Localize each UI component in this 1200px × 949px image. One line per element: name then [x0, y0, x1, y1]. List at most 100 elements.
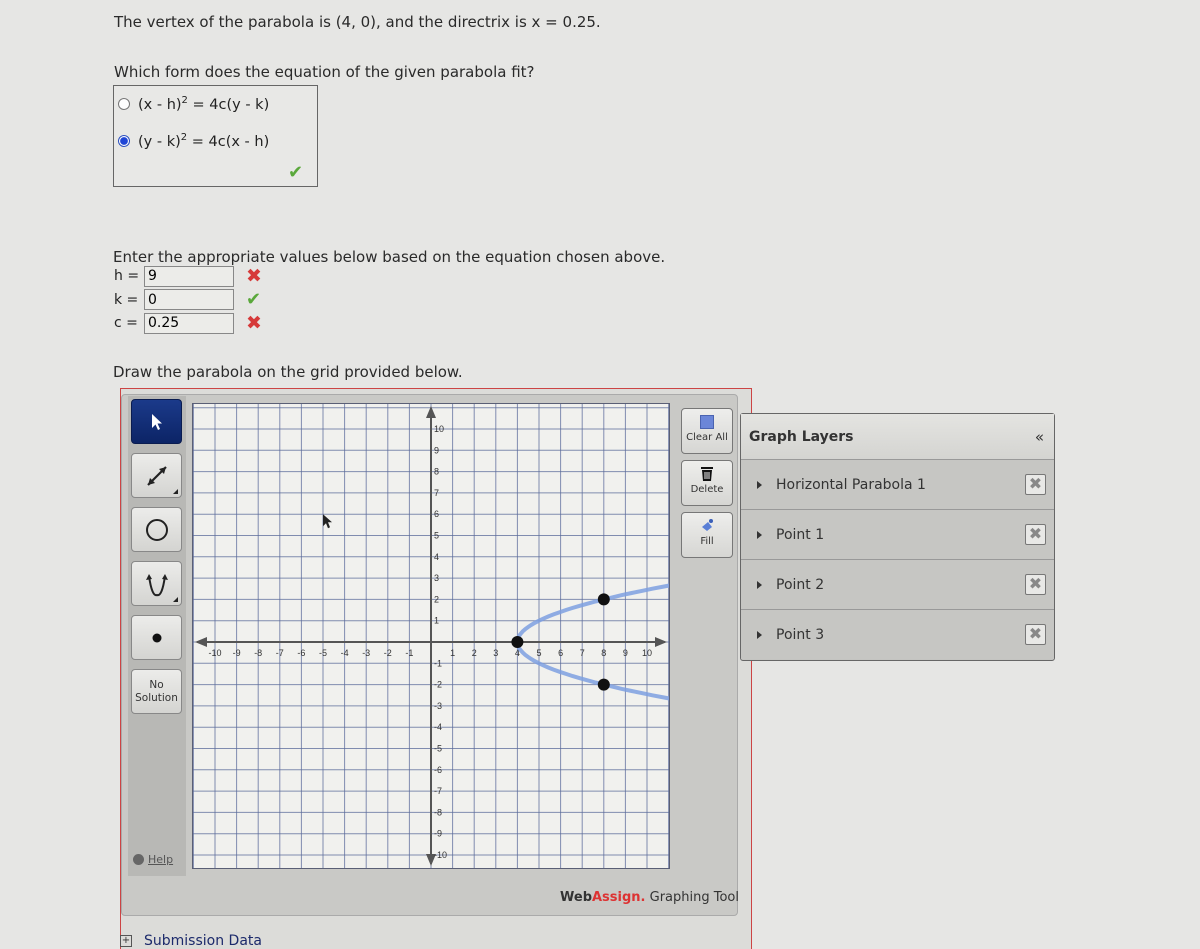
graph-point[interactable]: [597, 593, 610, 606]
help-link[interactable]: Help: [133, 853, 173, 866]
no-solution-label: Solution: [135, 691, 178, 704]
x-tick-label: -8: [254, 648, 262, 658]
clear-all-button[interactable]: Clear All: [681, 408, 733, 454]
layer-item[interactable]: Point 1 ✖: [741, 510, 1054, 560]
y-tick-label: -6: [434, 765, 442, 775]
h-field-row: h = ✖: [114, 265, 262, 287]
y-tick-label: -7: [434, 786, 442, 796]
graph-layers-panel: Graph Layers « Horizontal Parabola 1 ✖ Po…: [740, 413, 1055, 661]
c-label: c =: [114, 315, 138, 331]
x-axis-arrow-left: [195, 637, 207, 647]
x-axis-arrow-right: [655, 637, 667, 647]
delete-layer-icon[interactable]: ✖: [1025, 474, 1046, 495]
point-icon: [152, 633, 161, 642]
y-tick-label: -2: [434, 680, 442, 690]
expand-triangle-icon[interactable]: [757, 530, 762, 539]
submenu-corner-icon: [173, 489, 178, 494]
coordinate-grid[interactable]: -10 -9 -8 -7 -6 -5 -4 -3 -2 -1 1 2 3 4 5 6 7 8 9 1010987654…: [192, 404, 865, 868]
c-field-row: c = ✖: [114, 312, 262, 334]
x-tick-label: -4: [341, 648, 349, 658]
option-label: (y - k)2 = 4c(x - h): [138, 132, 270, 150]
no-solution-button[interactable]: No Solution: [131, 669, 182, 714]
delete-layer-icon[interactable]: ✖: [1025, 574, 1046, 595]
x-tick-label: 2: [472, 648, 477, 658]
pointer-icon: [151, 413, 162, 430]
circle-tool-button[interactable]: [131, 507, 182, 552]
option-vertical-form[interactable]: (x - h)2 = 4c(y - k): [118, 95, 269, 113]
line-tool-button[interactable]: [131, 453, 182, 498]
expand-triangle-icon[interactable]: [757, 630, 762, 639]
y-tick-label: 4: [434, 552, 439, 562]
delete-button[interactable]: Delete: [681, 460, 733, 506]
x-tick-label: -9: [233, 648, 241, 658]
parabola-tool-button[interactable]: [131, 561, 182, 606]
y-tick-label: -1: [434, 658, 442, 668]
parabola-icon: [145, 573, 168, 596]
expand-triangle-icon[interactable]: [757, 480, 762, 489]
layers-header: Graph Layers «: [741, 414, 1054, 460]
layers-title: Graph Layers: [749, 428, 854, 445]
option-horizontal-form[interactable]: (y - k)2 = 4c(x - h): [118, 132, 269, 150]
x-tick-label: -6: [297, 648, 305, 658]
help-icon: [133, 854, 144, 865]
layer-name: Point 2: [776, 576, 825, 593]
x-tick-label: 1: [450, 648, 455, 658]
x-tick-label: 9: [623, 648, 628, 658]
trash-icon: [701, 467, 713, 481]
layer-item[interactable]: Point 3 ✖: [741, 610, 1054, 659]
values-prompt: Enter the appropriate values below based…: [113, 248, 666, 266]
k-label: k =: [114, 291, 139, 308]
y-tick-label: -9: [434, 829, 442, 839]
graph-point[interactable]: [511, 636, 524, 648]
y-tick-label: 2: [434, 594, 439, 604]
vertex-statement: The vertex of the parabola is (4, 0), an…: [114, 13, 601, 31]
submenu-corner-icon: [173, 597, 178, 602]
x-tick-label: 3: [493, 648, 498, 658]
layer-item[interactable]: Point 2 ✖: [741, 560, 1054, 610]
x-tick-label: -3: [362, 648, 370, 658]
option-label: (x - h)2 = 4c(y - k): [138, 95, 270, 113]
correct-check-icon: ✔: [246, 289, 262, 310]
radio-button[interactable]: [118, 97, 130, 110]
graph-point[interactable]: [597, 678, 610, 691]
clear-all-label: Clear All: [686, 432, 728, 443]
collapse-icon[interactable]: «: [1035, 428, 1044, 446]
select-tool-button[interactable]: [131, 399, 182, 444]
incorrect-x-icon: ✖: [246, 265, 262, 287]
k-input[interactable]: [144, 289, 234, 310]
x-tick-label: 10: [642, 648, 652, 658]
radio-button[interactable]: [118, 134, 130, 147]
y-tick-label: 8: [434, 467, 439, 477]
x-tick-label: -10: [208, 648, 221, 658]
x-tick-label: -1: [405, 648, 413, 658]
delete-layer-icon[interactable]: ✖: [1025, 624, 1046, 645]
brand-web: Web: [560, 890, 592, 905]
c-input[interactable]: [144, 312, 234, 334]
fill-button[interactable]: Fill: [681, 512, 733, 558]
no-solution-label: No: [149, 678, 164, 691]
k-field-row: k = ✔: [114, 289, 261, 310]
x-tick-label: 6: [558, 648, 563, 658]
x-tick-label: -5: [319, 648, 327, 658]
y-tick-label: 6: [434, 509, 439, 519]
line-arrows-icon: [146, 465, 167, 486]
x-tick-label: -7: [276, 648, 284, 658]
brand-assign: Assign.: [592, 890, 646, 905]
y-tick-label: 7: [434, 488, 439, 498]
y-tick-label: 1: [434, 616, 439, 626]
y-tick-label: 3: [434, 573, 439, 583]
help-label: Help: [148, 853, 174, 866]
layer-item[interactable]: Horizontal Parabola 1 ✖: [741, 460, 1054, 510]
expand-triangle-icon[interactable]: [757, 580, 762, 589]
graph-canvas[interactable]: -10 -9 -8 -7 -6 -5 -4 -3 -2 -1 1 2 3 4 5 6 7 8 9 10 10 9 8 7 6 5 4…: [192, 403, 865, 869]
clear-all-icon: [700, 415, 714, 429]
brand-tool: Graphing Tool: [645, 890, 739, 905]
y-tick-label: -8: [434, 807, 442, 817]
y-tick-label: 10: [434, 424, 444, 434]
point-tool-button[interactable]: [131, 615, 182, 660]
h-input[interactable]: [144, 265, 234, 287]
delete-layer-icon[interactable]: ✖: [1025, 524, 1046, 545]
layer-name: Point 1: [776, 526, 825, 543]
incorrect-x-icon: ✖: [246, 312, 262, 334]
x-tick-label: -2: [384, 648, 392, 658]
